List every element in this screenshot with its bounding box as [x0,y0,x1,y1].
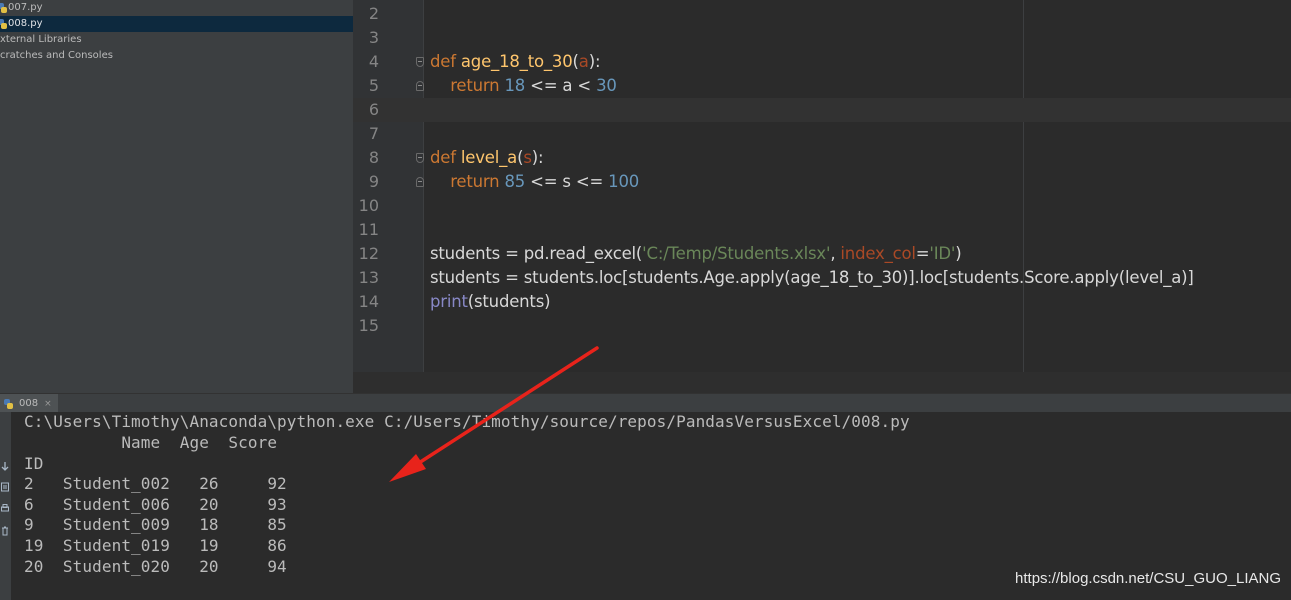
tree-item-007-py[interactable]: 007.py [0,0,353,16]
code-line: 5 return 18 <= a < 30 [353,74,1291,98]
code-text: students = students.loc[students.Age.app… [430,268,1194,287]
code-text: students = pd.read_excel('C:/Temp/Studen… [430,244,962,263]
code-text: def age_18_to_30(a): [430,52,601,71]
code-line: 12 students = pd.read_excel('C:/Temp/Stu… [353,242,1291,266]
code-line: 4 def age_18_to_30(a): [353,50,1291,74]
console-row: 6 Student_006 20 93 [24,495,287,514]
tree-item-label: 008.py [8,18,43,29]
run-toolbar [0,412,11,600]
line-number: 4 [368,52,379,71]
code-line: 8 def level_a(s): [353,146,1291,170]
fold-marker-icon[interactable] [416,81,424,91]
line-number: 13 [358,268,379,287]
print-icon[interactable] [1,504,9,514]
code-line: 14 print(students) [353,290,1291,314]
line-number: 12 [358,244,379,263]
code-text: return 85 <= s <= 100 [450,172,640,191]
code-line: 10 [353,194,1291,218]
scroll-to-end-icon[interactable] [1,462,9,472]
fold-marker-icon[interactable] [416,57,424,67]
tree-item-label: xternal Libraries [0,34,82,45]
code-line: 7 [353,122,1291,146]
code-text: def level_a(s): [430,148,544,167]
console-index-label: ID [24,454,44,473]
line-number: 11 [358,220,379,239]
python-file-icon [0,3,7,13]
editor-bottom-bar [353,372,1291,393]
tree-item-label: cratches and Consoles [0,50,113,61]
line-number: 10 [358,196,379,215]
code-text: print(students) [430,292,551,311]
console-command-line: C:\Users\Timothy\Anaconda\python.exe C:/… [24,412,910,431]
line-number: 5 [368,76,379,95]
close-icon[interactable]: × [44,399,52,409]
console-row: 9 Student_009 18 85 [24,515,287,534]
delete-icon[interactable] [1,526,9,536]
console-row: 20 Student_020 20 94 [24,557,287,576]
line-number: 6 [368,100,379,119]
tree-item-label: 007.py [8,2,43,13]
tree-item-external-libraries[interactable]: xternal Libraries [0,32,353,48]
soft-wrap-icon[interactable] [1,482,9,492]
code-text: return 18 <= a < 30 [450,76,617,95]
line-number: 7 [368,124,379,143]
python-run-icon [4,398,13,409]
watermark-text: https://blog.csdn.net/CSU_GUO_LIANG [1015,570,1281,587]
python-file-icon [0,19,7,29]
line-number: 9 [368,172,379,191]
tree-item-008-py[interactable]: 008.py [0,16,353,32]
line-number: 14 [358,292,379,311]
code-line: 3 [353,26,1291,50]
code-line: 9 return 85 <= s <= 100 [353,170,1291,194]
fold-marker-icon[interactable] [416,177,424,187]
line-number: 15 [358,316,379,335]
line-number: 3 [368,28,379,47]
code-line: 11 [353,218,1291,242]
run-tab-label: 008 [19,398,39,409]
line-number: 2 [368,4,379,23]
code-line-current: 6 [353,98,1291,122]
run-tab-008[interactable]: 008 × [0,394,58,413]
code-line: 13 students = students.loc[students.Age.… [353,266,1291,290]
code-editor[interactable]: 2 3 4 def age_18_to_30(a): 5 return 18 <… [353,0,1291,393]
project-sidebar: 007.py 008.py xternal Libraries cratches… [0,0,353,393]
code-line: 15 [353,314,1291,338]
run-panel-header: 008 × [0,393,1291,413]
console-row: 2 Student_002 26 92 [24,474,287,493]
console-row: 19 Student_019 19 86 [24,536,287,555]
console-header-line: Name Age Score [24,433,278,452]
fold-marker-icon[interactable] [416,153,424,163]
line-number: 8 [368,148,379,167]
tree-item-scratches-and-consoles[interactable]: cratches and Consoles [0,48,353,64]
code-line: 2 [353,2,1291,26]
